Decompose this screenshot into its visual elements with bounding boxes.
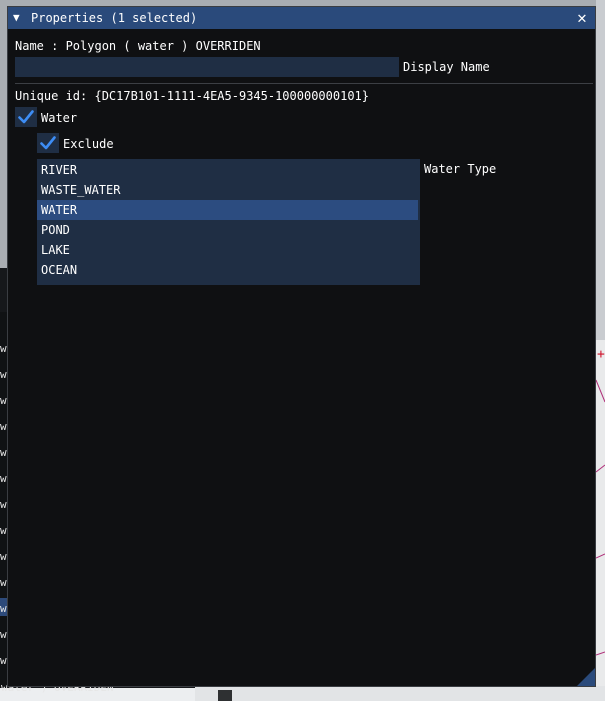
exclude-label: Exclude — [63, 137, 114, 151]
list-item-lake[interactable]: LAKE — [37, 240, 420, 260]
water-checkbox[interactable] — [15, 107, 37, 127]
water-label: Water — [41, 111, 78, 125]
checkmark-icon — [40, 136, 56, 150]
list-item-water[interactable]: WATER — [37, 200, 418, 220]
unique-id-line: Unique id: {DC17B101-1111-4EA5-9345-1000… — [15, 89, 370, 103]
list-item-waste-water[interactable]: WASTE_WATER — [37, 180, 420, 200]
separator — [15, 83, 593, 84]
exclude-checkbox[interactable] — [37, 133, 59, 153]
close-icon: ✕ — [577, 8, 587, 27]
checkmark-icon — [18, 110, 34, 124]
list-item-river[interactable]: RIVER — [37, 160, 420, 180]
name-line: Name : Polygon ( water ) OVERRIDEN — [15, 39, 261, 53]
background-floor — [195, 686, 605, 701]
water-type-listbox[interactable]: RIVER WASTE_WATER WATER POND LAKE OCEAN — [37, 159, 420, 285]
title-bar[interactable]: ▼ Properties (1 selected) ✕ — [8, 7, 595, 29]
list-item-pond[interactable]: POND — [37, 220, 420, 240]
background-floor-object — [218, 690, 232, 701]
display-name-input[interactable] — [15, 57, 399, 77]
display-name-label: Display Name — [403, 60, 490, 74]
close-button[interactable]: ✕ — [573, 9, 591, 27]
resize-grip[interactable] — [577, 668, 595, 686]
water-type-label: Water Type — [424, 162, 497, 176]
window-title: Properties (1 selected) — [31, 11, 198, 25]
list-item-ocean[interactable]: OCEAN — [37, 260, 420, 280]
properties-window: ▼ Properties (1 selected) ✕ Name : Polyg… — [7, 6, 596, 687]
triangle-down-icon[interactable]: ▼ — [13, 7, 27, 29]
background-lines — [596, 379, 605, 656]
